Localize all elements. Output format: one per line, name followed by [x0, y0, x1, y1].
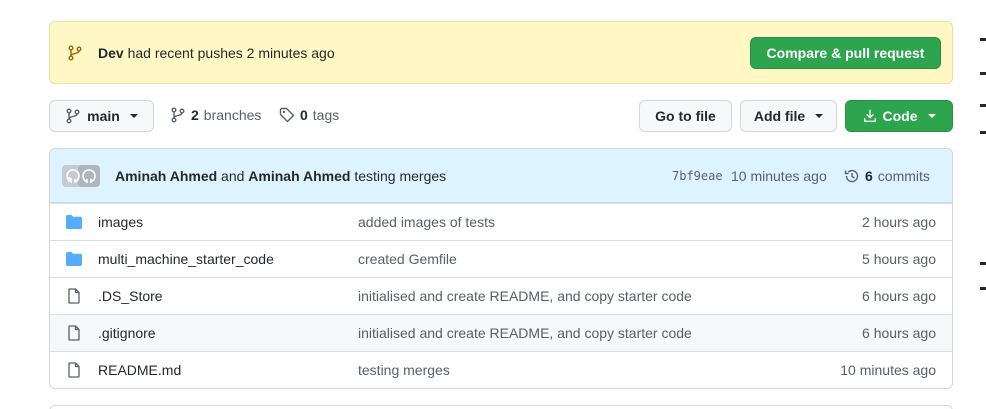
- chevron-down-icon: [927, 114, 936, 118]
- commit-and: and: [221, 168, 245, 184]
- file-name[interactable]: .gitignore: [98, 325, 156, 341]
- code-label: Code: [882, 108, 918, 124]
- download-icon: [863, 109, 876, 122]
- latest-commit-bar: Aminah Ahmed and Aminah Ahmed testing me…: [50, 149, 952, 203]
- file-commit-message[interactable]: initialised and create README, and copy …: [358, 288, 692, 304]
- file-row[interactable]: images added images of tests 2 hours ago: [50, 203, 952, 240]
- recent-pushes-banner: Dev had recent pushes 2 minutes ago Comp…: [49, 21, 953, 84]
- commits-label: commits: [877, 168, 930, 184]
- banner-branch-name[interactable]: Dev: [98, 45, 124, 61]
- commit-time: 10 minutes ago: [731, 168, 827, 184]
- file-row[interactable]: multi_machine_starter_code created Gemfi…: [50, 240, 952, 277]
- chevron-down-icon: [815, 114, 824, 118]
- code-button[interactable]: Code: [845, 100, 953, 132]
- commit-summary: Aminah Ahmed and Aminah Ahmed testing me…: [115, 168, 446, 184]
- chevron-down-icon: [129, 114, 138, 118]
- sidebar-edge-fragment: [980, 287, 986, 290]
- folder-icon: [66, 215, 82, 229]
- go-to-file-button[interactable]: Go to file: [639, 100, 732, 132]
- git-branch-icon: [66, 108, 80, 124]
- file-browser: Aminah Ahmed and Aminah Ahmed testing me…: [49, 148, 953, 389]
- commit-message[interactable]: testing merges: [354, 168, 446, 184]
- file-row[interactable]: .gitignore initialised and create README…: [50, 314, 952, 351]
- banner-text: had recent pushes 2 minutes ago: [127, 45, 335, 61]
- git-branch-icon: [171, 107, 185, 123]
- tags-count: 0: [300, 107, 308, 123]
- file-commit-message[interactable]: initialised and create README, and copy …: [358, 325, 692, 341]
- file-commit-message[interactable]: added images of tests: [358, 214, 495, 230]
- avatar[interactable]: [62, 165, 100, 187]
- branches-label: branches: [203, 107, 262, 123]
- folder-icon: [66, 252, 82, 266]
- file-icon: [68, 288, 80, 304]
- file-icon: [68, 325, 80, 341]
- file-name[interactable]: multi_machine_starter_code: [98, 251, 274, 267]
- file-age: 5 hours ago: [862, 251, 936, 267]
- add-file-label: Add file: [753, 108, 806, 124]
- file-age: 10 minutes ago: [840, 362, 936, 378]
- file-row[interactable]: README.md testing merges 10 minutes ago: [50, 351, 952, 388]
- git-branch-icon: [68, 45, 82, 61]
- banner-message: Dev had recent pushes 2 minutes ago: [98, 45, 335, 61]
- commits-count: 6: [865, 168, 873, 184]
- commit-coauthor[interactable]: Aminah Ahmed: [248, 168, 350, 184]
- compare-pull-request-button[interactable]: Compare & pull request: [750, 37, 941, 69]
- tags-link[interactable]: 0 tags: [279, 107, 339, 123]
- file-commit-message[interactable]: created Gemfile: [358, 251, 457, 267]
- branches-link[interactable]: 2 branches: [170, 107, 261, 123]
- sidebar-edge-fragment: [980, 104, 986, 107]
- file-age: 6 hours ago: [862, 325, 936, 341]
- readme-box: [49, 405, 953, 409]
- sidebar-edge-fragment: [980, 72, 986, 75]
- file-age: 6 hours ago: [862, 288, 936, 304]
- file-commit-message[interactable]: testing merges: [358, 362, 450, 378]
- sidebar-edge-fragment: [980, 262, 986, 265]
- branch-select-label: main: [87, 108, 120, 124]
- file-name[interactable]: README.md: [98, 362, 181, 378]
- branches-count: 2: [191, 107, 199, 123]
- file-icon: [68, 362, 80, 378]
- sidebar-edge-fragment: [980, 38, 986, 41]
- add-file-button[interactable]: Add file: [740, 100, 837, 132]
- sidebar-edge-fragment: [980, 131, 986, 134]
- file-name[interactable]: .DS_Store: [98, 288, 163, 304]
- commit-author[interactable]: Aminah Ahmed: [115, 168, 217, 184]
- file-name[interactable]: images: [98, 214, 143, 230]
- tag-icon: [279, 107, 295, 123]
- file-row[interactable]: .DS_Store initialised and create README,…: [50, 277, 952, 314]
- history-icon: [844, 169, 859, 183]
- commit-sha[interactable]: 7bf9eae: [672, 169, 723, 183]
- file-age: 2 hours ago: [862, 214, 936, 230]
- tags-label: tags: [312, 107, 340, 123]
- branch-select-button[interactable]: main: [49, 100, 154, 132]
- commits-history-link[interactable]: 6 commits: [844, 168, 930, 184]
